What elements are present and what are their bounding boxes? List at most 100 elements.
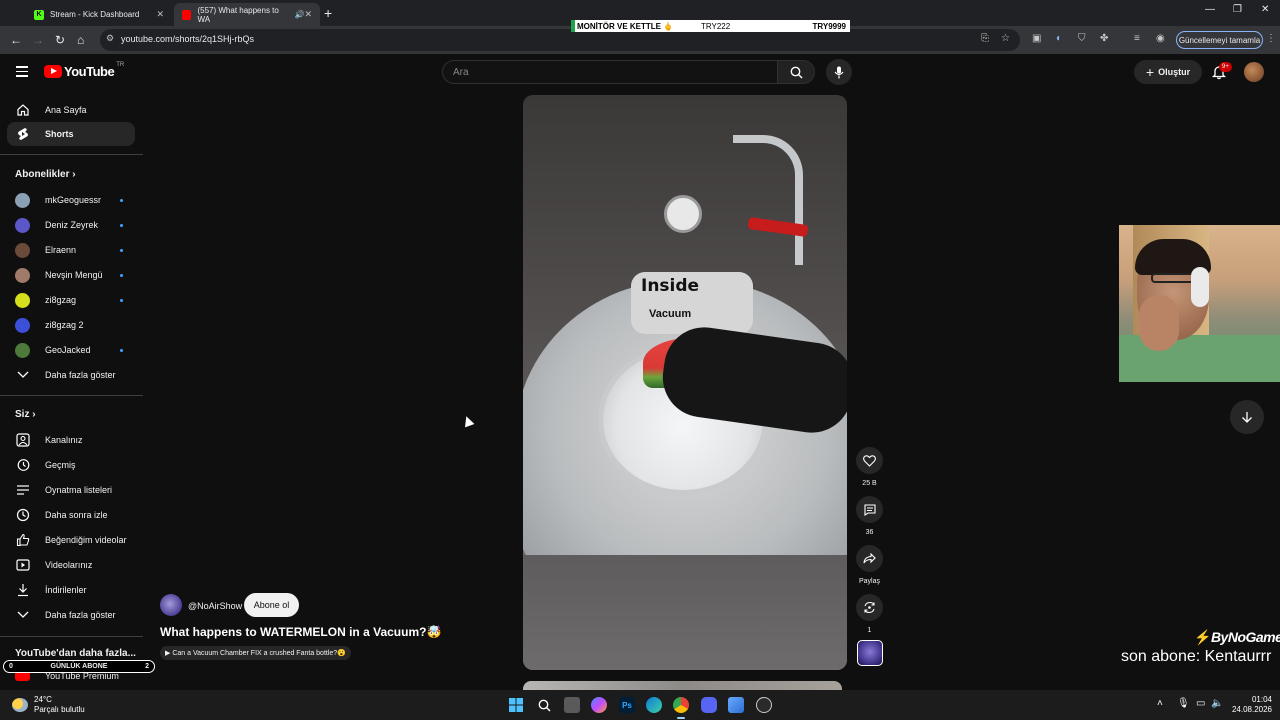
date: 24.08.2026 <box>1231 705 1272 714</box>
close-icon[interactable]: ✕ <box>156 9 164 20</box>
tab-kick-dashboard[interactable]: K Stream - Kick Dashboard ✕ <box>26 3 172 26</box>
temperature: 24°C <box>34 695 52 704</box>
search-box[interactable] <box>442 60 778 84</box>
like-action[interactable]: 25 B <box>856 447 883 487</box>
sidebar-item-subscription[interactable]: Nevşin Mengü <box>7 263 135 287</box>
extension-icon[interactable]: ◐ <box>1056 33 1062 44</box>
weather-widget[interactable]: 24°C Parçalı bulutlu <box>12 695 85 715</box>
channel-handle[interactable]: @NoAirShow <box>188 601 242 611</box>
omnibox[interactable]: ⚙ youtube.com/shorts/2q1SHj-rbQs <box>100 29 1020 51</box>
remix-action[interactable]: 1 <box>856 594 883 634</box>
tab-youtube-short[interactable]: (557) What happens to WA 🔊 ✕ <box>174 3 320 26</box>
copilot-icon[interactable] <box>591 697 607 713</box>
sidebar-item-history[interactable]: Geçmiş <box>7 453 135 477</box>
back-icon[interactable]: ← <box>10 33 22 47</box>
menu-dots-icon[interactable]: ⋮ <box>1266 33 1276 44</box>
subscribe-button[interactable]: Abone ol <box>244 593 299 617</box>
ticker-price: TRY222 <box>700 21 731 31</box>
task-view-icon[interactable] <box>564 697 580 713</box>
url-text[interactable]: youtube.com/shorts/2q1SHj-rbQs <box>121 34 254 44</box>
shield-icon[interactable]: ⛉ <box>1078 33 1086 44</box>
windows-start-icon[interactable] <box>508 697 524 713</box>
voice-search-button[interactable] <box>826 59 852 85</box>
home-icon[interactable]: ⌂ <box>77 33 84 47</box>
sidebar-item-shorts[interactable]: Shorts <box>7 122 135 146</box>
system-clock[interactable]: 01:04 24.08.2026 <box>1228 695 1272 715</box>
install-icon[interactable]: ⎘ <box>981 33 989 44</box>
minimize-icon[interactable]: — <box>1205 4 1215 15</box>
like-count: 25 B <box>862 480 877 487</box>
extension-icon[interactable]: ▣ <box>1032 33 1041 44</box>
sidebar-item-subscription[interactable]: mkGeoguessr <box>7 188 135 212</box>
comment-action[interactable]: 36 <box>856 496 883 536</box>
search-icon[interactable] <box>536 697 552 713</box>
sidebar-item-subscription[interactable]: Deniz Zeyrek <box>7 213 135 237</box>
show-more-you[interactable]: Daha fazla göster <box>7 603 135 627</box>
window-close-icon[interactable]: ✕ <box>1261 4 1269 15</box>
update-button[interactable]: Güncellemeyi tamamla <box>1176 31 1263 49</box>
microphone-icon[interactable]: 🎙 <box>1177 698 1190 709</box>
remix-icon <box>864 601 875 614</box>
bookmark-star-icon[interactable]: ☆ <box>1001 33 1010 44</box>
show-more-subscriptions[interactable]: Daha fazla göster <box>7 363 135 387</box>
channel-thumbnail[interactable] <box>857 640 883 666</box>
media-icon[interactable]: ≡ <box>1134 33 1140 44</box>
like-button[interactable] <box>856 447 883 474</box>
edge-icon[interactable] <box>646 697 662 713</box>
share-button[interactable] <box>856 545 883 572</box>
you-heading[interactable]: Siz › <box>15 409 36 420</box>
chevron-up-icon[interactable]: ˄ <box>1157 698 1163 709</box>
obs-icon[interactable] <box>756 697 772 713</box>
account-avatar[interactable] <box>1244 62 1264 82</box>
sidebar-item-label: GeoJacked <box>45 345 91 355</box>
sidebar-item-subscription[interactable]: GeoJacked <box>7 338 135 362</box>
menu-icon[interactable] <box>16 66 28 77</box>
daily-sub-start: 0 <box>9 663 13 670</box>
sidebar-item-downloads[interactable]: İndirilenler <box>7 578 135 602</box>
discord-icon[interactable] <box>701 697 717 713</box>
comment-count: 36 <box>865 529 874 536</box>
sidebar-item-home[interactable]: Ana Sayfa <box>7 98 135 122</box>
search-input[interactable] <box>443 61 777 84</box>
puzzle-icon[interactable]: ✤ <box>1100 33 1108 44</box>
create-button[interactable]: + Oluştur <box>1134 60 1202 84</box>
forward-icon[interactable]: → <box>32 33 44 47</box>
sidebar-item-label: zi8gzag <box>45 295 77 305</box>
short-video-player[interactable]: Inside Vacuum <box>523 95 847 670</box>
audio-icon[interactable]: 🔊 <box>294 10 304 19</box>
photoshop-icon[interactable]: Ps <box>619 697 635 713</box>
arrow-down-icon <box>1242 411 1252 423</box>
close-icon[interactable]: ✕ <box>304 9 312 20</box>
sidebar-item-label: Nevşin Mengü <box>45 270 103 280</box>
youtube-logo[interactable]: YouTube TR <box>44 62 124 79</box>
sidebar-item-your-channel[interactable]: Kanalınız <box>7 428 135 452</box>
sidebar-item-subscription[interactable]: zi8gzag <box>7 288 135 312</box>
search-button[interactable] <box>777 60 815 84</box>
share-action[interactable]: Paylaş <box>856 545 883 585</box>
sidebar-item-your-videos[interactable]: Videolarınız <box>7 553 135 577</box>
app-icon[interactable] <box>728 697 744 713</box>
microphone-icon <box>834 66 844 78</box>
volume-icon[interactable]: 🔈 <box>1211 698 1223 709</box>
display-icon[interactable]: ▭ <box>1196 698 1205 709</box>
comments-button[interactable] <box>856 496 883 523</box>
sidebar-item-watch-later[interactable]: Daha sonra izle <box>7 503 135 527</box>
sidebar-item-subscription[interactable]: Elraenn <box>7 238 135 262</box>
site-info-icon[interactable]: ⚙ <box>106 33 114 44</box>
next-short-button[interactable] <box>1230 400 1264 434</box>
channel-avatar[interactable] <box>160 594 182 616</box>
sidebar-item-subscription[interactable]: zi8gzag 2 <box>7 313 135 337</box>
video-title[interactable]: What happens to WATERMELON in a Vacuum?🤯 <box>160 625 441 639</box>
chrome-icon[interactable] <box>673 697 689 713</box>
tab-title: Stream - Kick Dashboard <box>50 10 140 19</box>
remix-button[interactable] <box>856 594 883 621</box>
reload-icon[interactable]: ↻ <box>55 33 65 47</box>
maximize-icon[interactable]: ❐ <box>1233 4 1242 15</box>
subscriptions-heading[interactable]: Abonelikler › <box>15 169 76 180</box>
new-tab-button[interactable]: + <box>324 5 332 21</box>
shorts-icon <box>15 126 31 142</box>
sidebar-item-playlists[interactable]: Oynatma listeleri <box>7 478 135 502</box>
sidebar-item-liked-videos[interactable]: Beğendiğim videolar <box>7 528 135 552</box>
profile-icon[interactable]: ◉ <box>1156 33 1165 44</box>
related-video-chip[interactable]: ▶ Can a Vacuum Chamber FIX a crushed Fan… <box>160 646 351 660</box>
